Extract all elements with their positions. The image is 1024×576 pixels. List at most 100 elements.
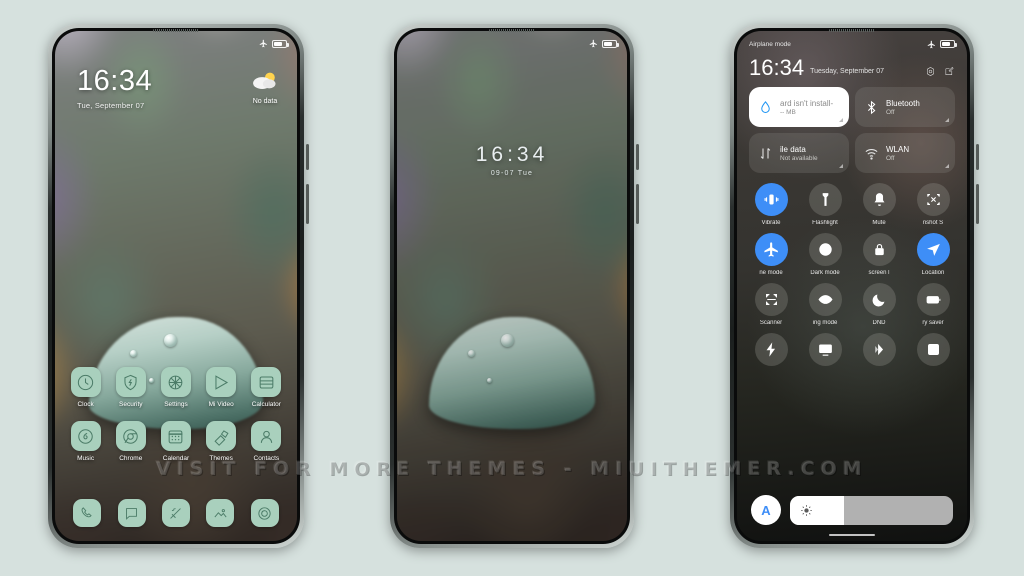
clock-date: 09-07 Tue	[490, 170, 534, 177]
phone-3-body: Airplane mode 16:34 Tuesday, September 0…	[734, 28, 970, 544]
app-calendar[interactable]: Calendar	[156, 421, 196, 462]
phone3-status-bar: Airplane mode	[737, 31, 967, 51]
chrome-icon	[115, 421, 146, 451]
toggle-scanner[interactable]: Scanner	[747, 283, 795, 326]
tile-text: Bluetooth Off	[886, 99, 946, 116]
toggle-screenshot[interactable]: nshot S	[909, 183, 957, 226]
tile-wlan[interactable]: WLAN Off	[855, 133, 955, 173]
toggle-cast-screen[interactable]	[801, 333, 849, 370]
clock-icon	[70, 367, 101, 397]
phone1-power-button[interactable]	[306, 144, 309, 170]
app-label: Settings	[164, 401, 188, 408]
toggle-row-2: ne mode Dark mode screen l Location	[747, 233, 957, 276]
toggle-label: Dark mode	[810, 270, 840, 276]
toggle-row-4	[747, 333, 957, 370]
settings-gear-icon[interactable]	[925, 66, 936, 77]
toggle-label: Vibrate	[761, 220, 781, 226]
app-label: Contacts	[253, 455, 280, 462]
brightness-sun-icon	[801, 504, 812, 516]
tile-subtitle: Not available	[780, 154, 818, 162]
bell-icon	[862, 183, 896, 216]
scanner-icon	[754, 283, 788, 316]
app-row-1: Clock Security Settings Mi Video Calcula…	[55, 367, 297, 408]
app-clock[interactable]: Clock	[66, 367, 106, 408]
phone1-status-bar	[55, 37, 297, 50]
toggle-reading-contrast[interactable]	[855, 333, 903, 370]
toggle-lightning[interactable]	[747, 333, 795, 370]
dock	[55, 499, 297, 527]
edit-pencil-icon[interactable]	[944, 66, 955, 77]
phone-2: 16:34 09-07 Tue	[390, 24, 639, 548]
app-label: Chrome	[119, 455, 143, 462]
phone-1: 16:34 Tue, September 07 No data Clock Se…	[48, 24, 309, 548]
tile-expand-corner[interactable]	[945, 164, 949, 168]
message-bubble-icon[interactable]	[117, 499, 146, 527]
notes-pen-icon[interactable]	[161, 499, 190, 527]
tile-expand-corner[interactable]	[839, 118, 843, 122]
tile-mobile-data[interactable]: ile data Not available	[749, 133, 849, 173]
toggle-lock-screen[interactable]: screen l	[855, 233, 903, 276]
toggle-label: ing mode	[812, 320, 838, 326]
app-music[interactable]: Music	[66, 421, 106, 462]
camera-icon[interactable]	[250, 499, 279, 527]
app-label: Calendar	[162, 455, 190, 462]
tile-sd-card[interactable]: ard isn't install- -- MB	[749, 87, 849, 127]
app-settings[interactable]: Settings	[156, 367, 196, 408]
phone3-volume-button[interactable]	[976, 184, 979, 224]
tile-title: ard isn't install-	[780, 98, 834, 108]
tile-bluetooth[interactable]: Bluetooth Off	[855, 87, 955, 127]
app-mi-video[interactable]: Mi Video	[201, 367, 241, 408]
brightness-slider[interactable]	[790, 495, 953, 525]
tile-expand-corner[interactable]	[839, 164, 843, 168]
lockscreen-clock: 16:34 Tue, September 07	[77, 65, 153, 111]
app-contacts[interactable]: Contacts	[246, 421, 286, 462]
toggle-label: Flashlight	[812, 220, 838, 226]
phone2-volume-button[interactable]	[636, 184, 639, 224]
phone-handset-icon[interactable]	[73, 499, 102, 527]
phone3-power-button[interactable]	[976, 144, 979, 170]
toggle-reading-mode[interactable]: ing mode	[801, 283, 849, 326]
app-security[interactable]: Security	[111, 367, 151, 408]
toggle-location[interactable]: Location	[909, 233, 957, 276]
tile-expand-corner[interactable]	[945, 118, 949, 122]
app-chrome[interactable]: Chrome	[111, 421, 151, 462]
contacts-person-icon	[251, 421, 282, 451]
quick-toggles: Vibrate Flashlight Mute nshot S ne mode …	[737, 173, 967, 377]
music-note-icon	[70, 421, 101, 451]
toggle-vibrate[interactable]: Vibrate	[747, 183, 795, 226]
auto-brightness-button[interactable]: A	[751, 495, 781, 525]
airplane-mode-label: Airplane mode	[749, 40, 791, 48]
toggle-dark-mode[interactable]: Dark mode	[801, 233, 849, 276]
toggle-label: ry saver	[922, 320, 944, 326]
settings-gear-icon	[160, 367, 191, 397]
home-indicator[interactable]	[829, 533, 875, 536]
app-label: Clock	[77, 401, 94, 408]
big-tiles: ard isn't install- -- MB Bluetooth Off i…	[737, 79, 967, 173]
gallery-mountain-icon[interactable]	[206, 499, 235, 527]
phone-3-screen: Airplane mode 16:34 Tuesday, September 0…	[737, 31, 967, 541]
expand-screenshot-icon	[916, 333, 950, 366]
app-label: Mi Video	[208, 401, 234, 408]
tile-title: WLAN	[886, 144, 910, 154]
wallpaper	[397, 31, 627, 541]
leaf-subject	[429, 316, 595, 429]
phone1-volume-button[interactable]	[306, 184, 309, 224]
phone-2-body: 16:34 09-07 Tue	[394, 28, 630, 544]
cast-screen-icon	[808, 333, 842, 366]
toggle-airplane-mode[interactable]: ne mode	[747, 233, 795, 276]
water-drop-tiny	[486, 377, 492, 383]
app-themes[interactable]: Themes	[201, 421, 241, 462]
toggle-expand-screenshot[interactable]	[909, 333, 957, 370]
shield-icon	[115, 367, 146, 397]
clock-date: Tue, September 07	[77, 101, 145, 110]
toggle-dnd[interactable]: DND	[855, 283, 903, 326]
app-calculator[interactable]: Calculator	[246, 367, 286, 408]
phone2-power-button[interactable]	[636, 144, 639, 170]
toggle-battery-saver[interactable]: ry saver	[909, 283, 957, 326]
tile-text: WLAN Off	[886, 145, 946, 162]
toggle-mute[interactable]: Mute	[855, 183, 903, 226]
clock-time: 16:34	[77, 65, 153, 97]
toggle-label: nshot S	[922, 220, 944, 226]
weather-widget[interactable]: No data	[251, 71, 279, 105]
toggle-flashlight[interactable]: Flashlight	[801, 183, 849, 226]
